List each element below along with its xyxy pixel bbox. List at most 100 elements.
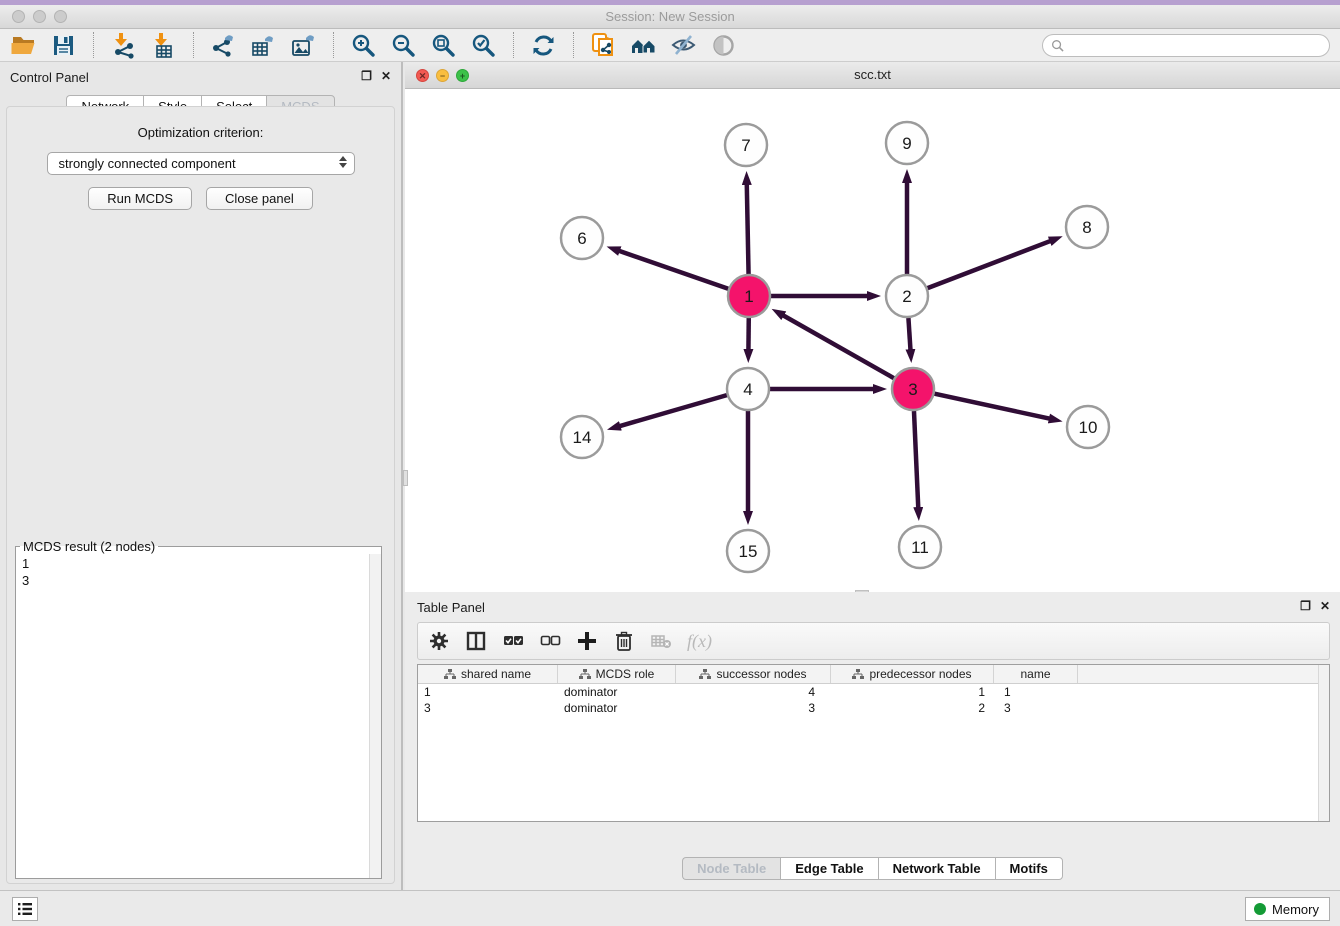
new-network-from-selection-icon[interactable] bbox=[590, 32, 617, 59]
control-panel-title: Control Panel bbox=[10, 70, 89, 85]
search-box[interactable] bbox=[1042, 34, 1330, 57]
zoom-in-icon[interactable] bbox=[350, 32, 377, 59]
column-header-name[interactable]: name bbox=[994, 665, 1078, 683]
deselect-all-icon[interactable] bbox=[539, 630, 561, 652]
select-all-icon[interactable] bbox=[502, 630, 524, 652]
memory-label: Memory bbox=[1272, 902, 1319, 917]
memory-button[interactable]: Memory bbox=[1245, 897, 1330, 921]
table-cell[interactable]: 1 bbox=[418, 684, 558, 700]
network-maximize-icon[interactable]: + bbox=[456, 69, 469, 82]
home-icon[interactable] bbox=[630, 32, 657, 59]
mcds-result-list[interactable]: 13 bbox=[16, 554, 381, 590]
network-canvas[interactable]: 7968124314101511 bbox=[405, 89, 1340, 592]
hide-graphics-details-icon[interactable] bbox=[670, 32, 697, 59]
add-column-icon[interactable] bbox=[576, 630, 598, 652]
graph-edge-3-1[interactable] bbox=[783, 315, 894, 378]
node-table[interactable]: shared nameMCDS role successor nodes prede… bbox=[417, 664, 1330, 822]
graph-node-label: 2 bbox=[902, 287, 911, 306]
table-cell[interactable]: 3 bbox=[676, 700, 831, 716]
graph-node-label: 15 bbox=[739, 542, 758, 561]
table-row[interactable]: 3dominator323 bbox=[418, 700, 1329, 716]
search-icon bbox=[1051, 39, 1064, 52]
memory-status-icon bbox=[1254, 903, 1266, 915]
table-cell[interactable]: 1 bbox=[831, 684, 994, 700]
graph-edge-2-3[interactable] bbox=[908, 318, 910, 350]
network-title: scc.txt bbox=[405, 62, 1340, 88]
table-cell[interactable]: 1 bbox=[994, 684, 1078, 700]
table-scrollbar[interactable] bbox=[1318, 665, 1329, 821]
task-history-button[interactable] bbox=[12, 897, 38, 921]
settings-icon[interactable] bbox=[428, 630, 450, 652]
graph-edge-3-10[interactable] bbox=[934, 394, 1049, 419]
column-label: predecessor nodes bbox=[869, 667, 971, 681]
mcds-result-box: MCDS result (2 nodes) 13 bbox=[15, 539, 382, 879]
tab-motifs[interactable]: Motifs bbox=[995, 857, 1063, 880]
toolbar-separator bbox=[93, 32, 94, 58]
import-network-icon[interactable] bbox=[110, 32, 137, 59]
network-graph[interactable]: 7968124314101511 bbox=[405, 89, 1340, 592]
graph-edge-1-7[interactable] bbox=[747, 184, 749, 274]
graph-node-label: 7 bbox=[741, 136, 750, 155]
delete-column-icon[interactable] bbox=[613, 630, 635, 652]
zoom-selected-icon[interactable] bbox=[470, 32, 497, 59]
network-close-icon[interactable]: ✕ bbox=[416, 69, 429, 82]
graph-node-label: 4 bbox=[743, 380, 752, 399]
zoom-fit-icon[interactable] bbox=[430, 32, 457, 59]
minimize-window-icon[interactable] bbox=[33, 10, 46, 23]
table-panel: Table Panel ❐ ✕ bbox=[405, 592, 1340, 890]
float-panel-icon[interactable]: ❐ bbox=[361, 69, 372, 83]
graph-edge-4-14[interactable] bbox=[619, 395, 726, 426]
table-cell[interactable]: dominator bbox=[558, 684, 676, 700]
criterion-select[interactable]: strongly connected component bbox=[47, 152, 355, 175]
table-header-row: shared nameMCDS role successor nodes prede… bbox=[418, 665, 1329, 684]
close-window-icon[interactable] bbox=[12, 10, 25, 23]
window-title: Session: New Session bbox=[0, 5, 1340, 29]
column-header-shared-name[interactable]: shared name bbox=[418, 665, 558, 683]
column-header-predecessor-nodes[interactable]: predecessor nodes bbox=[831, 665, 994, 683]
toolbar-separator bbox=[193, 32, 194, 58]
column-label: name bbox=[1020, 667, 1050, 681]
graph-edge-1-6[interactable] bbox=[619, 251, 728, 289]
graph-edge-2-8[interactable] bbox=[928, 241, 1051, 288]
optimization-label: Optimization criterion: bbox=[7, 125, 394, 140]
table-cell[interactable]: 4 bbox=[676, 684, 831, 700]
column-header-successor-nodes[interactable]: successor nodes bbox=[676, 665, 831, 683]
table-cell[interactable]: 3 bbox=[418, 700, 558, 716]
run-mcds-button[interactable]: Run MCDS bbox=[88, 187, 192, 210]
window-controls bbox=[12, 10, 67, 23]
close-panel-icon[interactable]: ✕ bbox=[381, 69, 391, 83]
column-type-icon bbox=[579, 669, 591, 680]
close-panel-button[interactable]: Close panel bbox=[206, 187, 313, 210]
zoom-out-icon[interactable] bbox=[390, 32, 417, 59]
float-panel-icon[interactable]: ❐ bbox=[1300, 599, 1311, 613]
network-minimize-icon[interactable]: − bbox=[436, 69, 449, 82]
import-table-icon[interactable] bbox=[150, 32, 177, 59]
splitter-handle[interactable] bbox=[403, 470, 408, 486]
show-graphics-details-icon bbox=[710, 32, 737, 59]
tab-node-table[interactable]: Node Table bbox=[682, 857, 780, 880]
table-row[interactable]: 1dominator411 bbox=[418, 684, 1329, 700]
export-network-icon[interactable] bbox=[210, 32, 237, 59]
tab-network-table[interactable]: Network Table bbox=[878, 857, 995, 880]
main-toolbar bbox=[0, 29, 1340, 62]
table-cell[interactable]: 3 bbox=[994, 700, 1078, 716]
export-image-icon[interactable] bbox=[290, 32, 317, 59]
open-session-icon[interactable] bbox=[10, 32, 37, 59]
refresh-icon[interactable] bbox=[530, 32, 557, 59]
column-type-icon bbox=[852, 669, 864, 680]
search-input[interactable] bbox=[1069, 38, 1321, 52]
result-scrollbar[interactable] bbox=[369, 554, 381, 878]
table-cell[interactable]: 2 bbox=[831, 700, 994, 716]
graph-edge-3-11[interactable] bbox=[914, 411, 918, 508]
column-label: successor nodes bbox=[716, 667, 806, 681]
tab-edge-table[interactable]: Edge Table bbox=[780, 857, 877, 880]
maximize-window-icon[interactable] bbox=[54, 10, 67, 23]
toggle-column-icon[interactable] bbox=[465, 630, 487, 652]
export-table-icon[interactable] bbox=[250, 32, 277, 59]
save-session-icon[interactable] bbox=[50, 32, 77, 59]
result-line: 1 bbox=[22, 555, 375, 572]
column-header-mcds-role[interactable]: MCDS role bbox=[558, 665, 676, 683]
table-cell[interactable]: dominator bbox=[558, 700, 676, 716]
network-window-titlebar[interactable]: ✕ − + scc.txt bbox=[405, 62, 1340, 89]
close-panel-icon[interactable]: ✕ bbox=[1320, 599, 1330, 613]
